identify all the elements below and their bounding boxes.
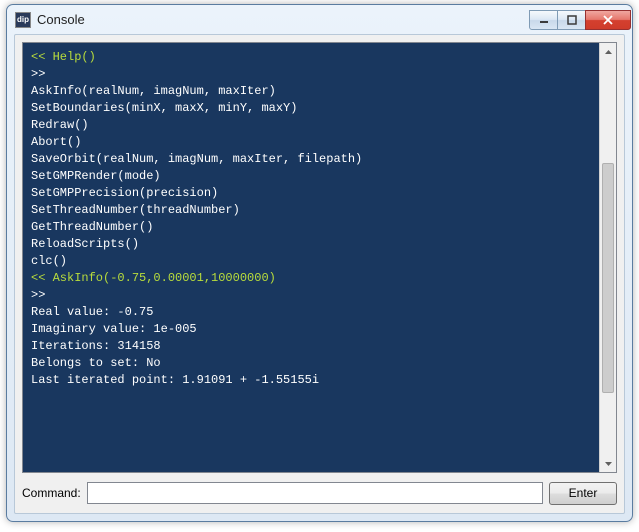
console-line: SetThreadNumber(threadNumber) <box>31 202 591 219</box>
console-text: << Help()>>AskInfo(realNum, imagNum, max… <box>23 43 599 472</box>
maximize-button[interactable] <box>557 10 586 30</box>
console-line: SaveOrbit(realNum, imagNum, maxIter, fil… <box>31 151 591 168</box>
console-line: SetGMPRender(mode) <box>31 168 591 185</box>
titlebar[interactable]: dip Console <box>7 5 632 34</box>
scroll-down-arrow[interactable] <box>600 455 616 472</box>
console-line: GetThreadNumber() <box>31 219 591 236</box>
console-line: Iterations: 314158 <box>31 338 591 355</box>
console-line: Imaginary value: 1e-005 <box>31 321 591 338</box>
console-line: ReloadScripts() <box>31 236 591 253</box>
command-label: Command: <box>22 486 81 500</box>
maximize-icon <box>567 15 577 25</box>
console-line: << AskInfo(-0.75,0.00001,10000000) <box>31 270 591 287</box>
app-window: dip Console << Help()>>AskInfo(realNum, … <box>6 4 633 522</box>
console-line: Real value: -0.75 <box>31 304 591 321</box>
vertical-scrollbar[interactable] <box>599 43 616 472</box>
scroll-thumb[interactable] <box>602 163 614 393</box>
minimize-button[interactable] <box>529 10 558 30</box>
window-title: Console <box>37 12 530 27</box>
console-line: SetBoundaries(minX, maxX, minY, maxY) <box>31 100 591 117</box>
command-input[interactable] <box>87 482 543 504</box>
console-line: >> <box>31 287 591 304</box>
console-line: Belongs to set: No <box>31 355 591 372</box>
console-output[interactable]: << Help()>>AskInfo(realNum, imagNum, max… <box>22 42 617 473</box>
chevron-up-icon <box>605 50 612 54</box>
minimize-icon <box>539 15 549 25</box>
console-line: Abort() <box>31 134 591 151</box>
console-line: >> <box>31 66 591 83</box>
client-area: << Help()>>AskInfo(realNum, imagNum, max… <box>14 34 625 514</box>
console-line: clc() <box>31 253 591 270</box>
console-line: Redraw() <box>31 117 591 134</box>
chevron-down-icon <box>605 462 612 466</box>
console-line: Last iterated point: 1.91091 + -1.55155i <box>31 372 591 389</box>
close-icon <box>602 15 614 25</box>
console-line: AskInfo(realNum, imagNum, maxIter) <box>31 83 591 100</box>
scroll-up-arrow[interactable] <box>600 43 616 60</box>
command-row: Command: Enter <box>22 480 617 506</box>
window-buttons <box>530 10 631 30</box>
console-line: SetGMPPrecision(precision) <box>31 185 591 202</box>
app-icon: dip <box>15 12 31 28</box>
enter-button[interactable]: Enter <box>549 482 617 505</box>
console-line: << Help() <box>31 49 591 66</box>
close-button[interactable] <box>585 10 631 30</box>
